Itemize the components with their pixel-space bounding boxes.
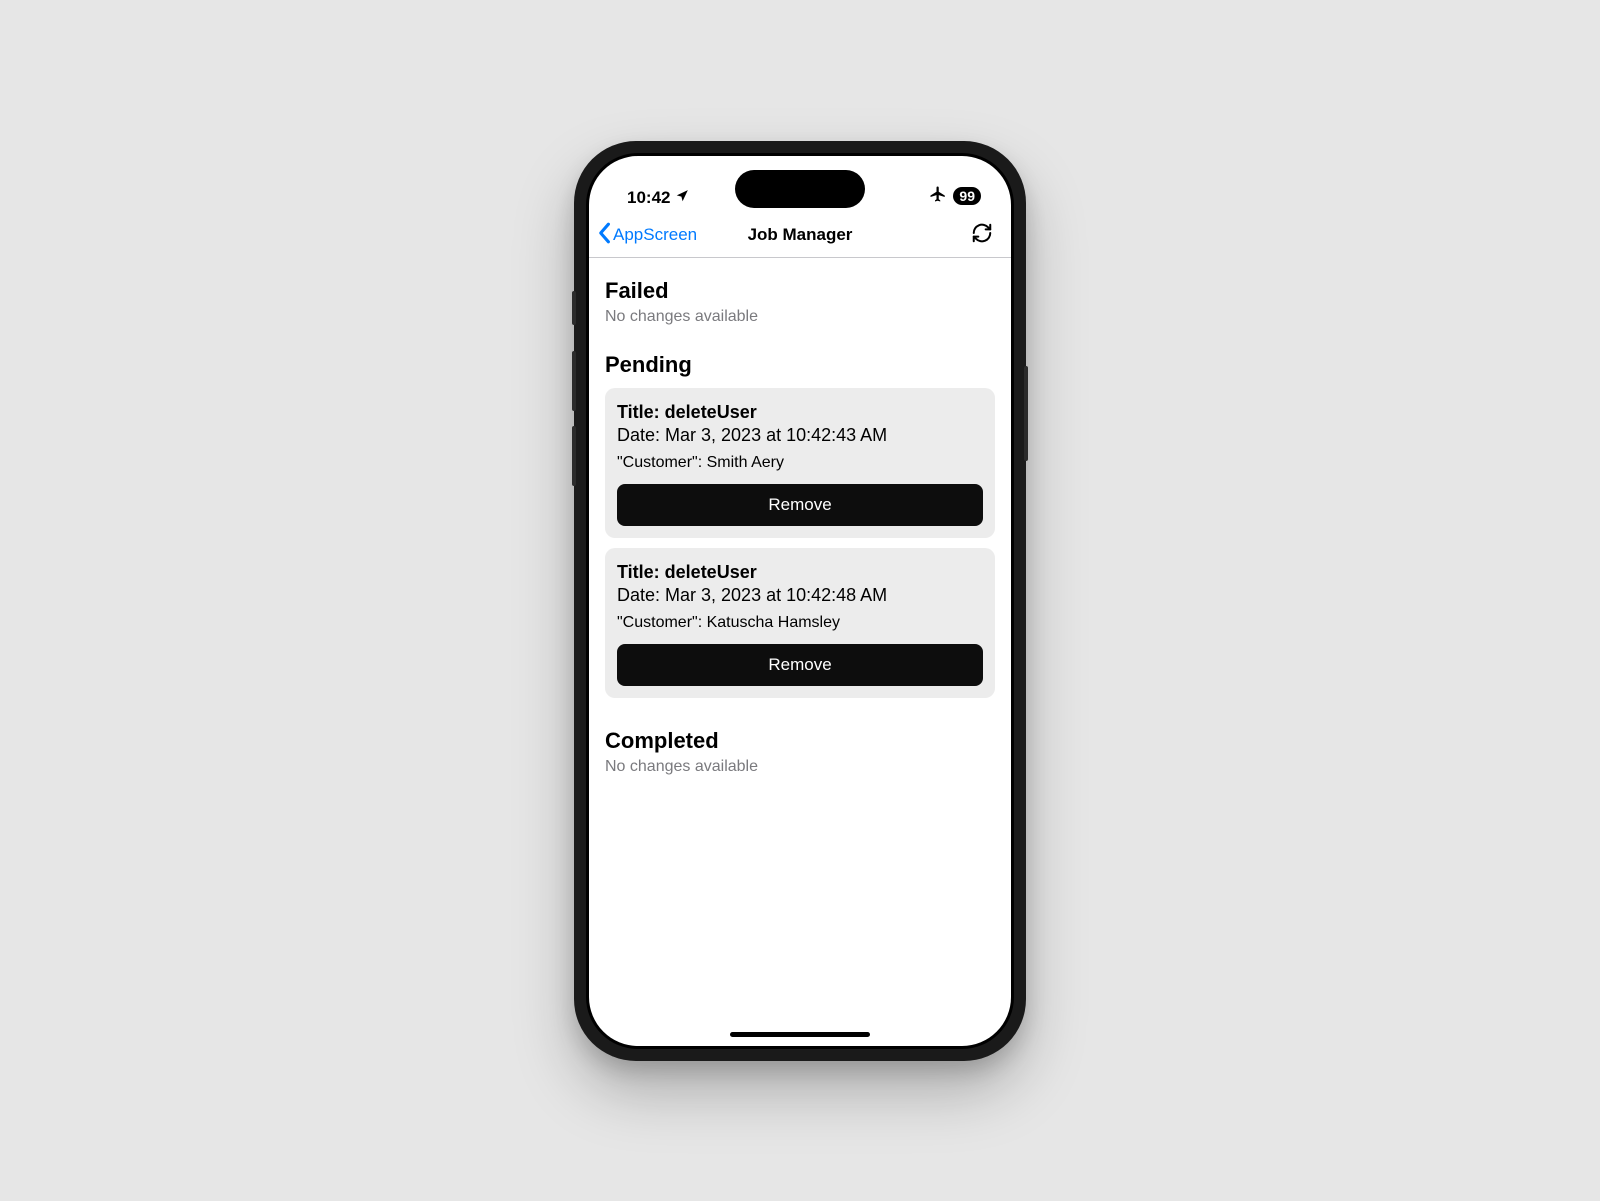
screen: 10:42 99 AppScreen [589,156,1011,1046]
job-card: Title: deleteUser Date: Mar 3, 2023 at 1… [605,388,995,538]
job-title: Title: deleteUser [617,562,983,583]
job-card: Title: deleteUser Date: Mar 3, 2023 at 1… [605,548,995,698]
volume-up-button [572,351,576,411]
section-empty-completed: No changes available [605,758,995,776]
battery-level: 99 [953,187,981,206]
job-customer: "Customer": Katuscha Hamsley [617,614,983,632]
dynamic-island [735,170,865,208]
section-header-completed: Completed [605,728,995,754]
volume-mute-switch [572,291,576,325]
back-label: AppScreen [613,225,697,245]
navigation-bar: AppScreen Job Manager [589,214,1011,258]
remove-button[interactable]: Remove [617,644,983,686]
home-indicator[interactable] [730,1032,870,1037]
section-empty-failed: No changes available [605,308,995,326]
section-header-pending: Pending [605,352,995,378]
power-button [1024,366,1028,461]
chevron-left-icon [597,222,611,249]
content-scroll[interactable]: Failed No changes available Pending Titl… [589,258,1011,1046]
back-button[interactable]: AppScreen [597,214,697,257]
job-title: Title: deleteUser [617,402,983,423]
job-customer: "Customer": Smith Aery [617,454,983,472]
refresh-button[interactable] [971,214,993,257]
refresh-icon [971,222,993,249]
location-icon [675,188,689,208]
status-time: 10:42 [627,188,670,208]
volume-down-button [572,426,576,486]
airplane-mode-icon [929,185,947,208]
job-date: Date: Mar 3, 2023 at 10:42:48 AM [617,585,983,606]
job-date: Date: Mar 3, 2023 at 10:42:43 AM [617,425,983,446]
section-header-failed: Failed [605,278,995,304]
page-title: Job Manager [748,225,853,245]
phone-frame: 10:42 99 AppScreen [574,141,1026,1061]
remove-button[interactable]: Remove [617,484,983,526]
